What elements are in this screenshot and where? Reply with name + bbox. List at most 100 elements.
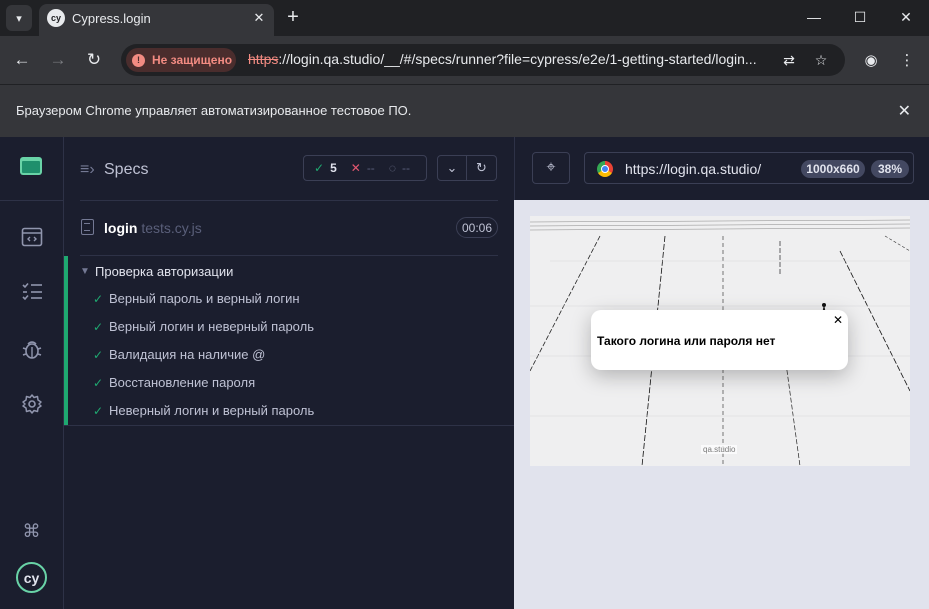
selector-playground-button[interactable]: ⌖ <box>532 152 570 184</box>
suite-title[interactable]: Проверка авторизации <box>95 264 233 279</box>
browser-tab-strip: ▾ cy Cypress.login ✕ + — ☐ ✕ <box>0 0 929 36</box>
test-title: Валидация на наличие @ <box>109 347 266 362</box>
chevron-down-icon[interactable]: ▼ <box>80 266 90 277</box>
aut-iframe[interactable]: Такого логина или пароля нет ✕ qa.studio <box>530 216 910 466</box>
test-suite: ▼ Проверка авторизации ✓ Верный пароль и … <box>64 256 514 425</box>
new-tab-button[interactable]: + <box>281 5 305 29</box>
tab-title: Cypress.login <box>72 11 151 26</box>
sidenav-item-debug[interactable] <box>0 325 63 373</box>
check-icon: ✓ <box>314 161 325 175</box>
browser-toolbar: ← → ↻ ! Не защищено https://login.qa.stu… <box>0 36 929 84</box>
star-icon[interactable]: ☆ <box>812 51 830 69</box>
maximize-button[interactable]: ☐ <box>837 0 883 34</box>
tab-search-button[interactable]: ▾ <box>6 5 32 31</box>
sidenav-item-specs[interactable] <box>0 268 63 316</box>
address-bar[interactable]: ! Не защищено https://login.qa.studio/__… <box>121 44 845 76</box>
cypress-logo-icon[interactable]: cy <box>16 562 47 593</box>
spec-file-base: login <box>104 220 138 236</box>
passed-count: 5 <box>330 161 337 175</box>
cypress-favicon-icon: cy <box>47 9 65 27</box>
test-stats: ✓ 5 ✕ -- ◌ -- <box>303 155 427 181</box>
aut-url: https://login.qa.studio/ <box>625 161 762 177</box>
minimize-icon: — <box>807 9 821 25</box>
chrome-icon <box>597 161 613 177</box>
stat-pending: ◌ -- <box>389 161 410 175</box>
project-logo-icon[interactable] <box>20 157 42 175</box>
check-icon: ✓ <box>93 320 104 334</box>
minimize-button[interactable]: — <box>791 0 837 34</box>
forward-button[interactable]: → <box>46 48 70 72</box>
test-title: Верный логин и неверный пароль <box>109 319 314 334</box>
specs-title[interactable]: Specs <box>104 161 148 179</box>
modal-close-icon[interactable]: ✕ <box>831 313 845 327</box>
sidenav-divider <box>0 200 63 201</box>
check-icon: ✓ <box>93 292 104 306</box>
check-icon: ✓ <box>93 404 104 418</box>
plus-icon: + <box>287 5 299 28</box>
command-icon: ⌘ <box>22 520 41 541</box>
infobar-close-icon[interactable]: ✕ <box>898 101 911 121</box>
pending-icon: ◌ <box>388 161 396 175</box>
watermark: qa.studio <box>701 445 738 454</box>
debug-icon <box>22 341 41 359</box>
forward-icon: → <box>49 50 67 69</box>
file-icon <box>81 219 94 235</box>
viewport-badge[interactable]: 1000x660 <box>801 160 865 178</box>
profile-icon[interactable]: ◉ <box>859 48 883 72</box>
rerun-button[interactable]: ↻ <box>467 155 497 181</box>
spec-file-name: login tests.cy.js <box>104 220 202 236</box>
x-icon: ✕ <box>350 161 361 175</box>
stat-passed: ✓ 5 <box>314 161 337 175</box>
automation-infobar: Браузером Chrome управляет автоматизиров… <box>0 84 929 137</box>
spec-file-ext: tests.cy.js <box>137 220 202 236</box>
reload-icon: ↻ <box>86 50 102 69</box>
close-icon: ✕ <box>900 8 912 25</box>
sidenav-item-settings[interactable] <box>0 380 63 428</box>
browser-tab[interactable]: cy Cypress.login ✕ <box>39 4 274 36</box>
check-icon: ✓ <box>93 348 104 362</box>
failed-count: -- <box>366 161 375 175</box>
aut-area: Такого логина или пароля нет ✕ qa.studio <box>514 200 929 609</box>
header-divider <box>80 200 498 201</box>
scale-badge: 38% <box>871 160 909 178</box>
runner-header: ⌖ https://login.qa.studio/ 1000x660 38% <box>514 137 929 200</box>
test-row[interactable]: ✓ Восстановление пароля <box>68 369 514 397</box>
test-row[interactable]: ✓ Верный пароль и верный логин <box>68 285 514 313</box>
keyboard-shortcuts-button[interactable]: ⌘ <box>0 507 63 555</box>
back-icon: ← <box>13 50 31 69</box>
reload-button[interactable]: ↻ <box>82 48 106 72</box>
warning-icon: ! <box>132 53 145 67</box>
chevron-down-icon: ⌄ <box>446 160 458 175</box>
spec-duration: 00:06 <box>456 217 498 238</box>
url-scheme: https <box>248 51 279 67</box>
translate-icon[interactable]: ⇄ <box>780 51 798 69</box>
test-row[interactable]: ✓ Неверный логин и верный пароль <box>68 397 514 425</box>
kebab-menu-icon[interactable]: ⋮ <box>895 48 919 72</box>
collapse-button[interactable]: ⌄ <box>437 155 467 181</box>
reload-icon: ↻ <box>476 160 487 175</box>
cypress-sidenav: ⌘ cy <box>0 137 64 609</box>
reporter-panel: ≡› Specs ✓ 5 ✕ -- ◌ -- ⌄ ↻ login tests.cy.j… <box>64 137 514 609</box>
test-title: Верный пароль и верный логин <box>109 291 300 306</box>
url-path: ://login.qa.studio/__/#/specs/runner?fil… <box>278 51 757 67</box>
suite-divider <box>64 425 514 426</box>
test-title: Восстановление пароля <box>109 375 256 390</box>
test-title: Неверный логин и верный пароль <box>109 403 315 418</box>
specs-list-icon[interactable]: ≡› <box>80 161 95 179</box>
aut-url-bar[interactable]: https://login.qa.studio/ 1000x660 38% <box>584 152 914 184</box>
crosshair-icon: ⌖ <box>546 159 556 176</box>
specs-icon <box>21 282 42 301</box>
test-row[interactable]: ✓ Верный логин и неверный пароль <box>68 313 514 341</box>
security-chip[interactable]: ! Не защищено <box>126 48 236 72</box>
chevron-down-icon: ▾ <box>16 12 22 25</box>
sidenav-item-runs[interactable] <box>0 213 63 261</box>
stat-failed: ✕ -- <box>351 161 375 175</box>
tab-close-icon[interactable]: ✕ <box>250 9 268 27</box>
settings-icon <box>21 394 42 414</box>
modal-message: Такого логина или пароля нет <box>597 334 776 348</box>
pending-count: -- <box>401 161 410 175</box>
runs-icon <box>21 227 42 247</box>
close-window-button[interactable]: ✕ <box>883 0 929 34</box>
test-row[interactable]: ✓ Валидация на наличие @ <box>68 341 514 369</box>
back-button[interactable]: ← <box>10 48 34 72</box>
